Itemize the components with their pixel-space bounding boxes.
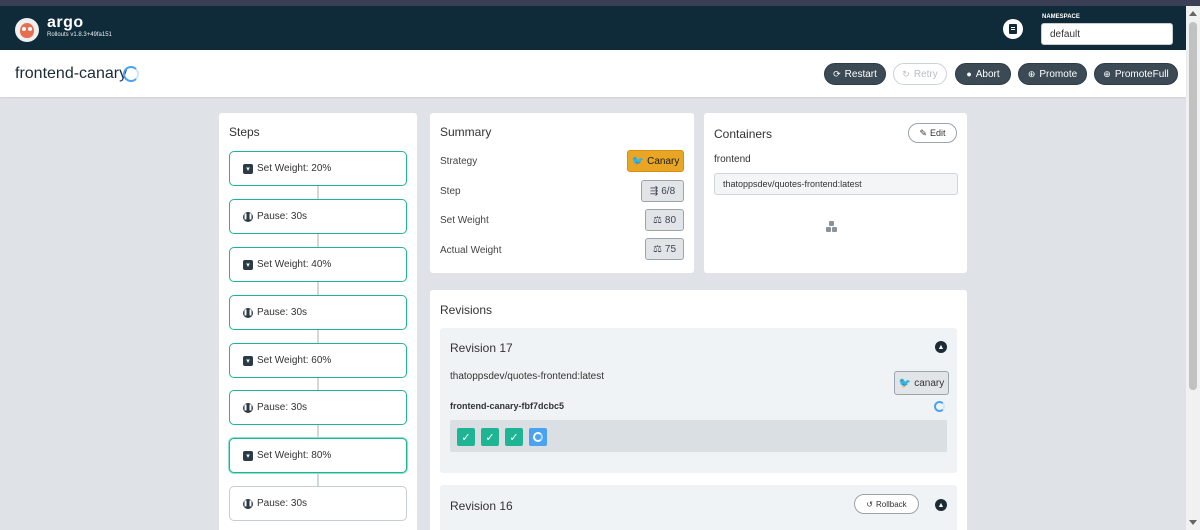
revision-canary-badge: 🐦 canary <box>894 371 949 395</box>
summary-step-label: Step <box>440 186 461 197</box>
scroll-down-arrow[interactable] <box>1189 520 1197 525</box>
pause-icon: ❚❚ <box>243 211 253 222</box>
summary-strategy-label: Strategy <box>440 156 478 167</box>
weight-icon: ▾ <box>243 355 253 366</box>
canary-bird-icon: 🐦 <box>631 155 645 167</box>
replicaset-name: frontend-canary-fbf7dcbc5 <box>450 401 565 411</box>
spinner-icon <box>533 432 543 442</box>
restart-icon: ⟳ <box>833 68 841 79</box>
step-item[interactable]: ▾ Set Weight: 20% <box>229 151 407 186</box>
argo-logo-icon[interactable] <box>15 18 39 42</box>
step-item[interactable]: ❚❚ Pause: 30s <box>229 295 407 330</box>
weight-icon: ▾ <box>243 259 253 270</box>
scale-icon: ⚖ <box>652 243 662 255</box>
scale-icon: ⚖ <box>652 214 662 226</box>
step-connector <box>317 425 319 438</box>
rollback-button[interactable]: ↺ Rollback <box>854 494 919 514</box>
step-item[interactable]: ❚❚ Pause: 30s <box>229 199 407 234</box>
strategy-badge: 🐦 Canary <box>627 150 684 172</box>
step-connector <box>317 186 319 199</box>
docs-icon[interactable] <box>1003 19 1023 39</box>
promote-icon: ⊕ <box>1027 68 1036 79</box>
steps-icon: ⇶ <box>649 185 659 197</box>
step-connector <box>317 330 319 343</box>
actual-weight-badge: ⚖ 75 <box>645 238 684 260</box>
spinner-icon <box>123 66 139 82</box>
revision-card: Revision 16 ↺ Rollback ▲ <box>440 485 957 530</box>
step-connector <box>317 377 319 390</box>
edit-button[interactable]: ✎ Edit <box>908 123 957 143</box>
container-name: frontend <box>714 154 751 165</box>
summary-set-weight-label: Set Weight <box>440 215 489 226</box>
pod-healthy[interactable]: ✓ <box>481 428 499 446</box>
namespace-label: NAMESPACE <box>1042 14 1080 20</box>
pause-icon: ❚❚ <box>243 498 253 509</box>
step-connector <box>317 473 319 486</box>
step-badge: ⇶ 6/8 <box>641 180 684 202</box>
step-connector <box>317 282 319 295</box>
summary-panel: Summary Strategy 🐦 Canary Step ⇶ 6/8 Set… <box>430 113 694 273</box>
containers-panel: Containers ✎ Edit frontend thatoppsdev/q… <box>704 113 967 273</box>
version-label: Rollouts v1.8.3+49fa151 <box>47 32 112 38</box>
revision-card: Revision 17 ▲ thatoppsdev/quotes-fronten… <box>440 328 957 473</box>
rollout-header: frontend-canary ⟳ Restart ↻ Retry ● Abor… <box>0 50 1186 97</box>
step-item-pending[interactable]: ❚❚ Pause: 30s <box>229 486 407 521</box>
pods-area: ✓ ✓ ✓ <box>450 420 947 452</box>
step-item[interactable]: ▾ Set Weight: 60% <box>229 343 407 378</box>
container-image-field[interactable]: thatoppsdev/quotes-frontend:latest <box>714 173 958 195</box>
pod-healthy[interactable]: ✓ <box>505 428 523 446</box>
abort-icon: ● <box>966 69 972 79</box>
step-item-current[interactable]: ▾ Set Weight: 80% <box>229 438 407 473</box>
edit-icon: ✎ <box>919 127 928 138</box>
promote-full-button[interactable]: ⊕ PromoteFull <box>1094 63 1178 85</box>
set-weight-badge: ⚖ 80 <box>645 209 684 231</box>
revision-image: thatoppsdev/quotes-frontend:latest <box>450 371 604 382</box>
pause-icon: ❚❚ <box>243 402 253 413</box>
pod-healthy[interactable]: ✓ <box>457 428 475 446</box>
chevron-up-icon[interactable]: ▲ <box>935 499 947 511</box>
steps-title: Steps <box>229 125 260 139</box>
weight-icon: ▾ <box>243 163 253 174</box>
promote-button[interactable]: ⊕ Promote <box>1018 63 1087 85</box>
containers-title: Containers <box>714 127 773 141</box>
step-item[interactable]: ▾ Set Weight: 40% <box>229 247 407 282</box>
retry-button[interactable]: ↻ Retry <box>893 63 947 85</box>
chevron-up-icon[interactable]: ▲ <box>935 341 947 353</box>
pod-progressing[interactable] <box>529 428 547 446</box>
scroll-thumb[interactable] <box>1189 22 1197 390</box>
weight-icon: ▾ <box>243 450 253 461</box>
page-scrollbar[interactable] <box>1186 6 1200 530</box>
container-icon <box>826 221 840 233</box>
pause-icon: ❚❚ <box>243 307 253 318</box>
step-item[interactable]: ❚❚ Pause: 30s <box>229 390 407 425</box>
namespace-input[interactable] <box>1041 23 1173 45</box>
step-connector <box>317 234 319 247</box>
revisions-panel: Revisions Revision 17 ▲ thatoppsdev/quot… <box>430 290 967 530</box>
check-icon: ✓ <box>485 431 495 444</box>
retry-icon: ↻ <box>902 68 910 79</box>
revision-title: Revision 17 <box>450 341 513 355</box>
scroll-up-arrow[interactable] <box>1189 11 1197 16</box>
promote-full-icon: ⊕ <box>1103 68 1111 79</box>
check-icon: ✓ <box>509 431 519 444</box>
page-title: frontend-canary <box>15 65 128 82</box>
steps-panel: Steps ▾ Set Weight: 20% ❚❚ Pause: 30s ▾ … <box>219 113 417 530</box>
summary-actual-weight-label: Actual Weight <box>440 245 502 256</box>
revisions-title: Revisions <box>440 303 493 317</box>
restart-button[interactable]: ⟳ Restart <box>824 63 886 85</box>
top-nav: argo Rollouts v1.8.3+49fa151 NAMESPACE <box>0 6 1186 50</box>
rollback-icon: ↺ <box>866 499 873 509</box>
summary-title: Summary <box>440 125 492 139</box>
canary-bird-icon: 🐦 <box>898 377 912 389</box>
revision-title: Revision 16 <box>450 499 513 513</box>
abort-button[interactable]: ● Abort <box>955 63 1011 85</box>
check-icon: ✓ <box>461 431 471 444</box>
spinner-icon <box>934 401 945 412</box>
brand-name: argo <box>47 14 84 31</box>
